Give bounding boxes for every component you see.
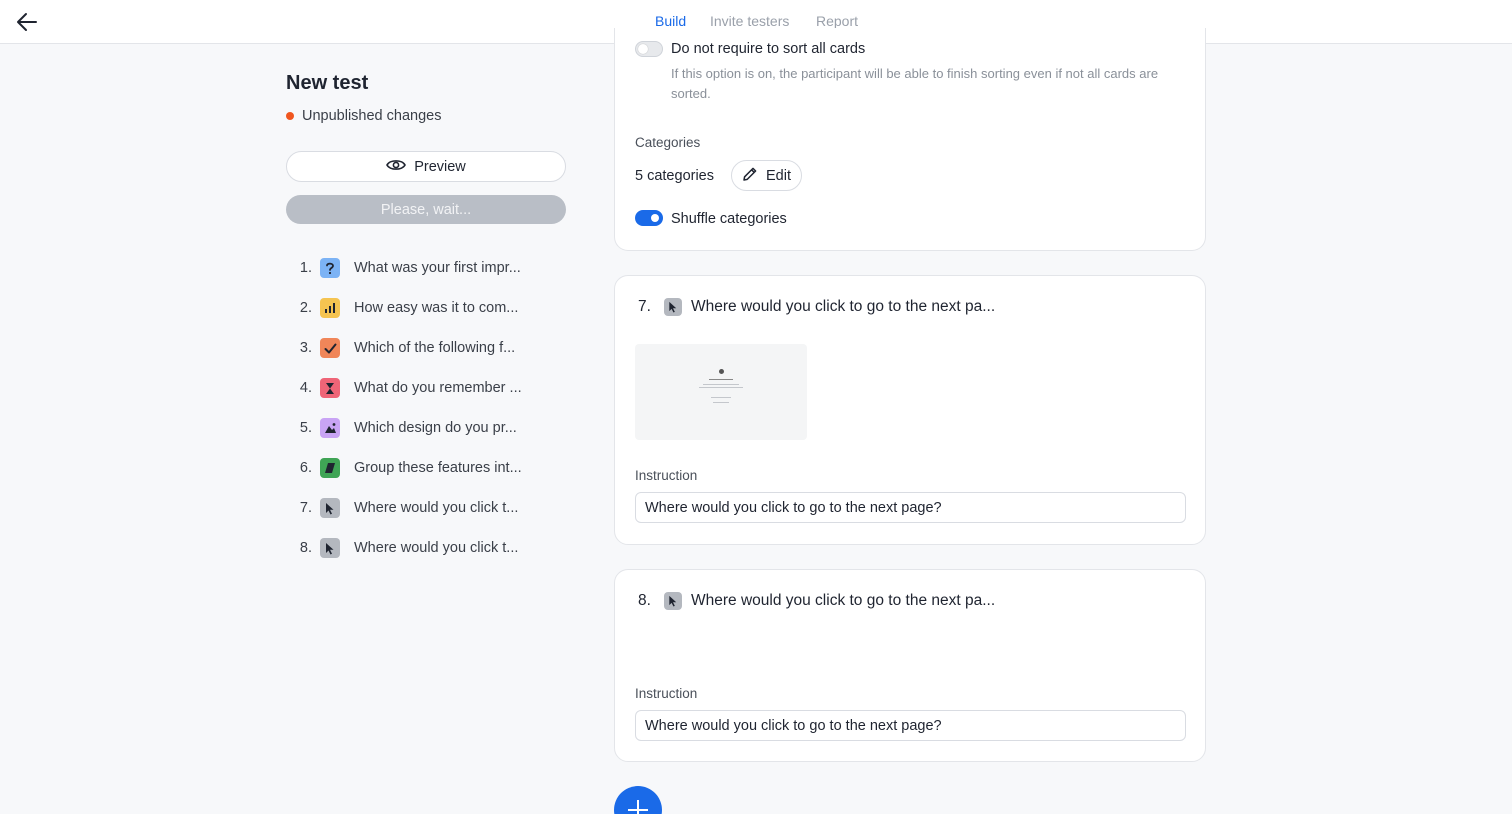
- page-title: New test: [286, 72, 369, 94]
- question-number: 1.: [299, 260, 312, 276]
- screenshot-thumbnail[interactable]: [635, 344, 807, 440]
- shuffle-categories-label: Shuffle categories: [671, 211, 787, 227]
- list-item[interactable]: 8. Where would you click t...: [286, 533, 566, 563]
- cursor-icon: [664, 592, 682, 610]
- instruction-label: Instruction: [635, 686, 698, 701]
- list-item[interactable]: 5. Which design do you pr...: [286, 413, 566, 443]
- list-item[interactable]: 6. Group these features int...: [286, 453, 566, 483]
- categories-label: Categories: [635, 135, 701, 150]
- question-number: 8.: [638, 592, 651, 609]
- pencil-icon: [742, 166, 758, 186]
- add-block-button[interactable]: [614, 786, 662, 814]
- card-sort-settings-card: Do not require to sort all cards If this…: [614, 28, 1206, 251]
- eye-icon: [386, 158, 407, 176]
- question-number: 8.: [299, 540, 312, 556]
- question-text: What do you remember ...: [354, 380, 522, 396]
- list-item[interactable]: 4. What do you remember ...: [286, 373, 566, 403]
- question-text: Where would you click t...: [354, 540, 519, 556]
- status-indicator: Unpublished changes: [286, 108, 441, 124]
- status-text: Unpublished changes: [302, 108, 442, 124]
- image-icon: [320, 418, 340, 438]
- list-item[interactable]: 3. Which of the following f...: [286, 333, 566, 363]
- sort-all-help-text: If this option is on, the participant wi…: [671, 66, 1159, 101]
- back-arrow-icon[interactable]: [14, 10, 40, 34]
- instruction-input[interactable]: [635, 710, 1186, 741]
- status-dot-icon: [286, 112, 294, 120]
- question-icon: [320, 258, 340, 278]
- question-text: Which design do you pr...: [354, 420, 517, 436]
- cursor-icon: [320, 498, 340, 518]
- question-number: 3.: [299, 340, 312, 356]
- question-text: Which of the following f...: [354, 340, 516, 356]
- sort-all-label: Do not require to sort all cards: [671, 41, 866, 57]
- shuffle-categories-toggle[interactable]: [635, 210, 663, 226]
- cursor-icon: [320, 538, 340, 558]
- instruction-input[interactable]: [635, 492, 1186, 523]
- question-text: Group these features int...: [354, 460, 522, 476]
- question-text: How easy was it to com...: [354, 300, 519, 316]
- question-number: 4.: [299, 380, 312, 396]
- preview-label: Preview: [414, 158, 466, 175]
- edit-label: Edit: [766, 167, 791, 184]
- question-title[interactable]: Where would you click to go to the next …: [691, 298, 995, 316]
- bar-chart-icon: [320, 298, 340, 318]
- question-number: 2.: [299, 300, 312, 316]
- question-number: 6.: [299, 460, 312, 476]
- question-text: What was your first impr...: [354, 260, 521, 276]
- question-number: 7.: [638, 298, 651, 315]
- edit-categories-button[interactable]: Edit: [731, 160, 802, 191]
- cursor-icon: [664, 298, 682, 316]
- list-item[interactable]: 2. How easy was it to com...: [286, 293, 566, 323]
- question-number: 7.: [299, 500, 312, 516]
- list-item[interactable]: 7. Where would you click t...: [286, 493, 566, 523]
- card-header: 8. Where would you click to go to the ne…: [638, 592, 995, 610]
- question-number: 5.: [299, 420, 312, 436]
- instruction-label: Instruction: [635, 468, 698, 483]
- card-header: 7. Where would you click to go to the ne…: [638, 298, 995, 316]
- cards-icon: [320, 458, 340, 478]
- question-title[interactable]: Where would you click to go to the next …: [691, 592, 995, 610]
- thumbnail-logo: [719, 369, 724, 374]
- list-item[interactable]: 1. What was your first impr...: [286, 253, 566, 283]
- question-card-8: 8. Where would you click to go to the ne…: [614, 569, 1206, 762]
- preview-button[interactable]: Preview: [286, 151, 566, 182]
- publish-wait-button: Please, wait...: [286, 195, 566, 224]
- hourglass-icon: [320, 378, 340, 398]
- categories-count: 5 categories: [635, 168, 714, 184]
- checkmark-icon: [320, 338, 340, 358]
- question-text: Where would you click t...: [354, 500, 519, 516]
- sort-all-toggle[interactable]: [635, 41, 663, 57]
- question-card-7: 7. Where would you click to go to the ne…: [614, 275, 1206, 545]
